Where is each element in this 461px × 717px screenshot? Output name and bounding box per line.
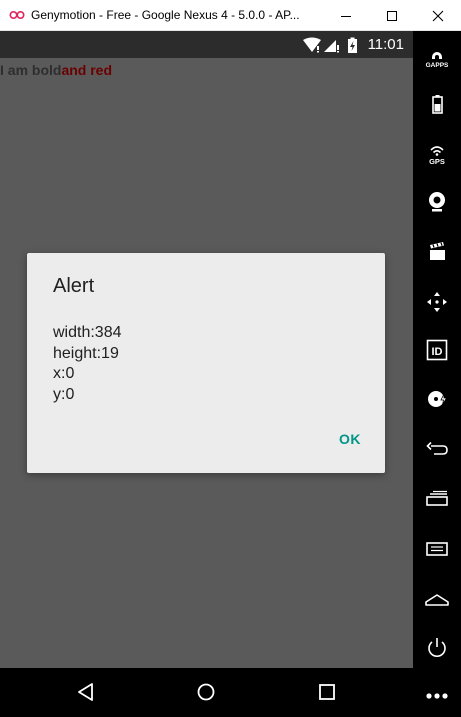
dpad-icon[interactable] bbox=[413, 289, 461, 315]
home-circle-icon[interactable] bbox=[196, 682, 216, 706]
app-label: I am boldand red bbox=[0, 62, 112, 78]
maximize-button[interactable] bbox=[369, 0, 415, 31]
window-title: Genymotion - Free - Google Nexus 4 - 5.0… bbox=[31, 8, 300, 22]
more-icon[interactable] bbox=[413, 683, 461, 709]
red-text: and red bbox=[61, 62, 113, 78]
disk-io-icon[interactable] bbox=[413, 386, 461, 412]
alert-dialog: Alert width:384 height:19 x:0 y:0 OK bbox=[27, 253, 385, 473]
gapps-label: GAPPS bbox=[426, 62, 449, 69]
dialog-line-width: width:384 bbox=[53, 324, 122, 341]
recents-square-icon[interactable] bbox=[317, 682, 337, 706]
dialog-message: width:384 height:19 x:0 y:0 bbox=[53, 323, 122, 405]
window-title-bar[interactable]: Genymotion - Free - Google Nexus 4 - 5.0… bbox=[0, 0, 461, 31]
minimize-button[interactable] bbox=[323, 0, 369, 31]
dialog-line-y: y:0 bbox=[53, 385, 75, 403]
gps-icon[interactable]: GPS bbox=[413, 141, 461, 167]
dialog-line-height: height:19 bbox=[53, 344, 119, 362]
ok-button[interactable]: OK bbox=[339, 431, 361, 447]
status-clock: 11:01 bbox=[367, 36, 404, 53]
wifi-icon bbox=[303, 37, 321, 53]
android-status-bar: 11:01 bbox=[0, 31, 413, 58]
battery-icon[interactable] bbox=[413, 92, 461, 118]
gps-label: GPS bbox=[429, 157, 445, 166]
status-icons bbox=[302, 37, 362, 57]
device-screen[interactable]: 11:01 I am boldand red Alert width:384 h… bbox=[0, 31, 413, 668]
id-label: ID bbox=[432, 346, 443, 358]
menu-icon[interactable] bbox=[413, 536, 461, 562]
dialog-line-x: x:0 bbox=[53, 365, 75, 382]
close-button[interactable] bbox=[415, 0, 461, 31]
signal-icon bbox=[324, 40, 339, 53]
battery-charging-icon bbox=[348, 37, 357, 53]
recent-apps-icon[interactable] bbox=[413, 487, 461, 513]
power-icon[interactable] bbox=[413, 635, 461, 661]
android-nav-bar bbox=[0, 668, 413, 717]
dialog-title: Alert bbox=[53, 275, 95, 297]
device-id-icon[interactable]: ID bbox=[413, 337, 461, 363]
back-triangle-icon[interactable] bbox=[76, 682, 96, 706]
genymotion-toolbar: GAPPS GPS ID bbox=[413, 31, 461, 717]
gapps-icon[interactable]: GAPPS bbox=[413, 43, 461, 69]
bold-text: I am bold bbox=[0, 62, 62, 78]
home-icon[interactable] bbox=[413, 585, 461, 611]
webcam-icon[interactable] bbox=[413, 189, 461, 215]
back-icon[interactable] bbox=[413, 437, 461, 463]
screencast-icon[interactable] bbox=[413, 239, 461, 265]
genymotion-icon bbox=[9, 9, 25, 21]
